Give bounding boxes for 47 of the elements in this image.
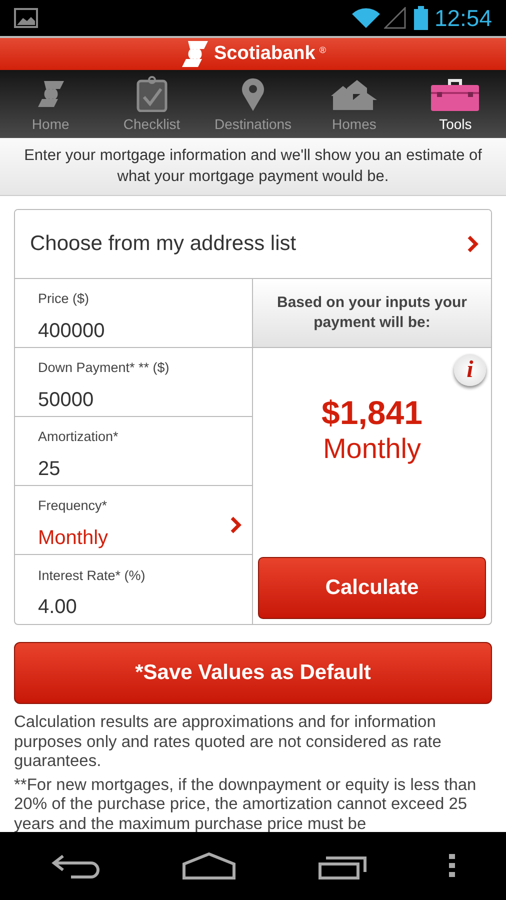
info-button[interactable]: i (454, 354, 486, 386)
field-value: 400000 (38, 318, 105, 344)
disclaimer-text: **For new mortgages, if the downpayment or equity is less than 20% of the purchase price, the amortization cannot exceed 25 years and the maximum purchase price must be (14, 776, 478, 832)
input-field[interactable]: Price ($) 400000 (15, 279, 252, 348)
address-list-picker[interactable]: Choose from my address list (15, 210, 491, 279)
clipboard-check-icon (136, 76, 168, 112)
field-label: Interest Rate* (%) (38, 566, 146, 585)
wifi-icon (352, 7, 380, 29)
chevron-icon (467, 235, 479, 253)
map-pin-icon (241, 77, 265, 111)
tab[interactable]: Tools (404, 70, 506, 138)
houses-icon (331, 78, 378, 110)
tab[interactable]: Homes (304, 70, 405, 138)
input-field[interactable]: Interest Rate* (%) 4.00 (15, 555, 252, 624)
clock-time: 12:54 (434, 4, 492, 33)
field-label: Amortization* (38, 428, 118, 446)
menu-icon[interactable] (449, 854, 456, 878)
calculate-button[interactable]: Calculate (258, 557, 486, 619)
battery-icon (414, 6, 428, 30)
field-label: Down Payment* ** ($) (38, 359, 170, 378)
field-value: 50000 (38, 388, 95, 413)
field-label: Price ($) (38, 290, 90, 308)
field-value: 4.00 (38, 595, 78, 620)
logo-icon (180, 39, 210, 69)
toolbox-icon (431, 77, 480, 111)
payment-amount: $1,841 (322, 394, 422, 432)
chevron-icon (230, 516, 242, 534)
tab[interactable]: Home (0, 70, 102, 138)
disclaimer-text: Calculation results are approximations and for information purposes only and rates quoted are not considered as rate guarantees. (14, 713, 442, 772)
registered-mark: ® (319, 44, 326, 57)
tab[interactable]: Checklist (101, 70, 202, 138)
save-default-button[interactable]: *Save Values as Default (14, 642, 492, 704)
intro-text: Enter your mortgage information and we'll show you an estimate of what your mortgage payment would be. (0, 138, 506, 196)
signal-icon (384, 7, 406, 29)
payment-period: Monthly (322, 432, 422, 466)
back-icon[interactable] (50, 852, 101, 880)
input-field[interactable]: Amortization* 25 (15, 417, 252, 486)
frequency-select[interactable]: Frequency* Monthly (15, 486, 252, 555)
home-icon[interactable] (182, 852, 236, 880)
input-field[interactable]: Down Payment* ** ($) 50000 (15, 348, 252, 417)
tab[interactable]: Destinations (202, 70, 304, 138)
logo-icon (36, 79, 66, 109)
field-value: 25 (38, 456, 62, 482)
brand-name: Scotiabank (214, 42, 316, 66)
image-icon (14, 8, 38, 28)
field-label: Frequency* (38, 497, 108, 516)
field-value: Monthly (38, 526, 108, 551)
